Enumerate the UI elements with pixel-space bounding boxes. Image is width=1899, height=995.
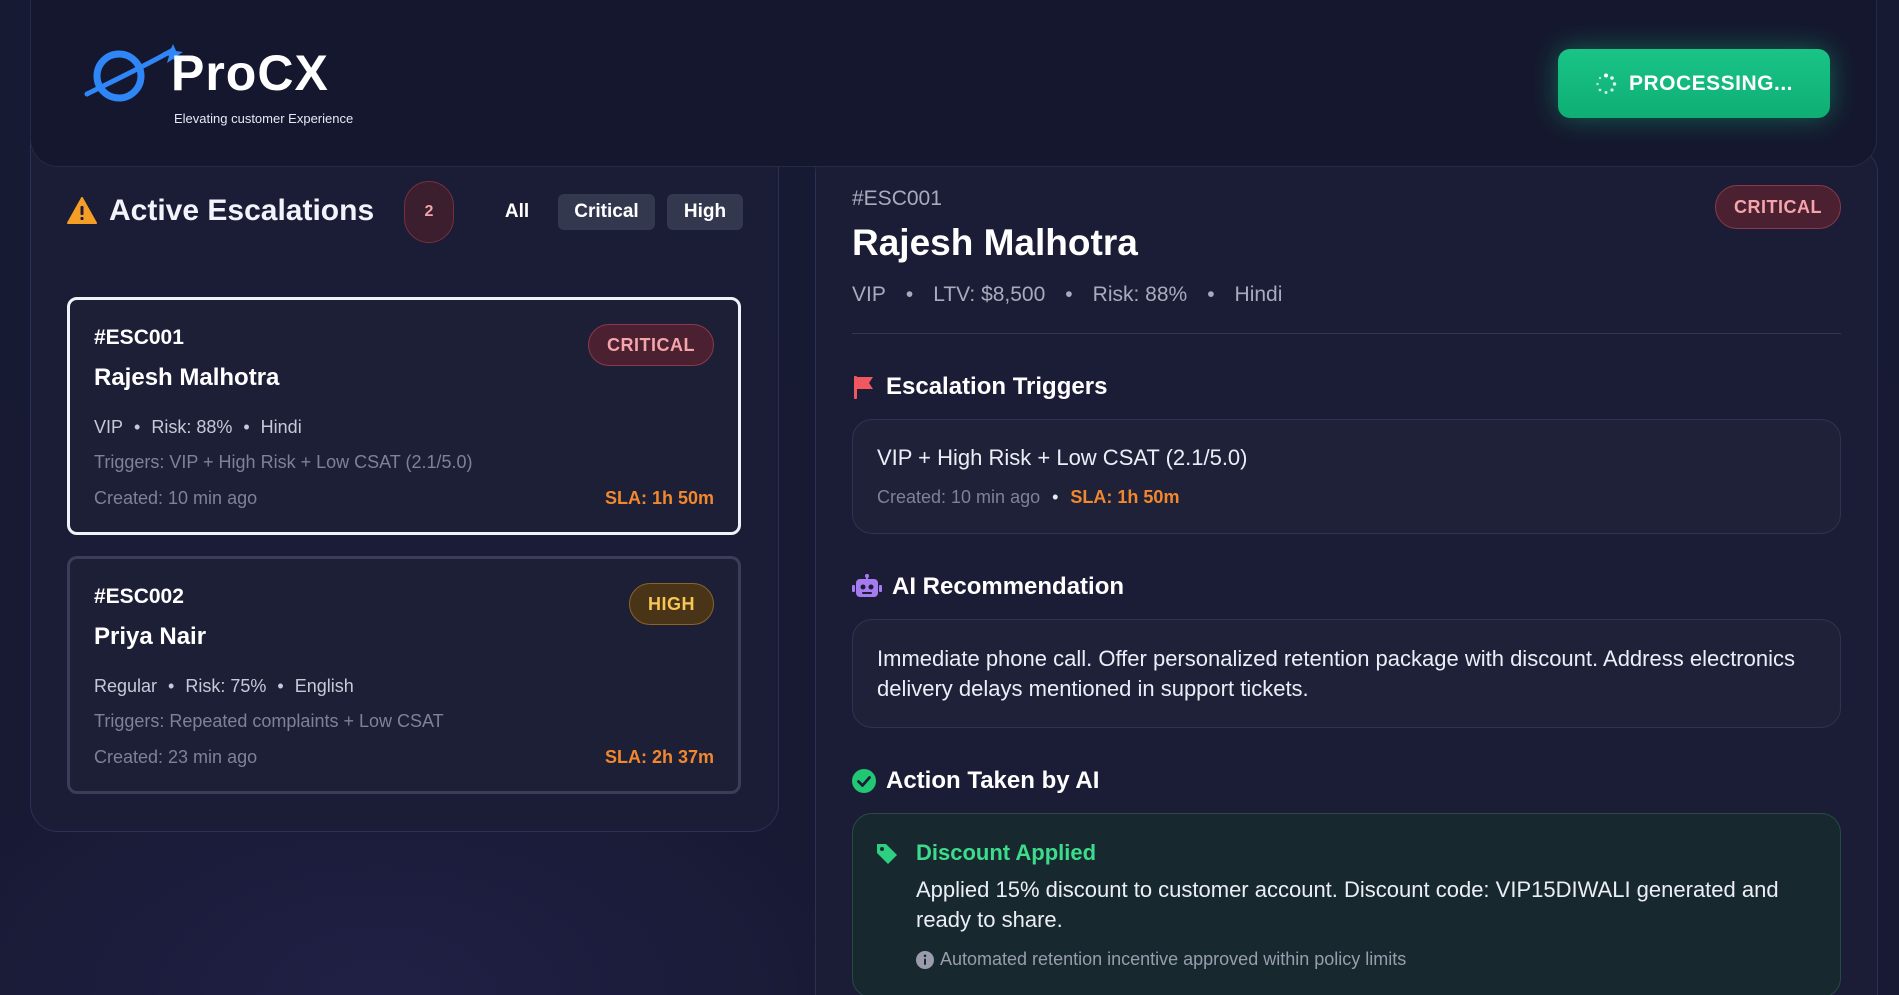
filter-all[interactable]: All	[489, 194, 545, 230]
sla-time: SLA: 1h 50m	[604, 488, 714, 508]
detail-customer-name: Rajesh Malhotra	[852, 222, 1138, 263]
escalation-card[interactable]: #ESC002 HIGH Priya Nair Regular • Risk: 75…	[67, 556, 741, 794]
escalation-id: #ESC001	[94, 326, 184, 349]
spinner-icon	[1596, 73, 1617, 94]
escalation-id: #ESC002	[94, 585, 184, 608]
separator-dot: •	[1065, 283, 1073, 306]
customer-tier: VIP	[94, 417, 124, 437]
separator-dot: •	[905, 283, 914, 306]
ai-recommendation-box: Immediate phone call. Offer personalized…	[852, 619, 1841, 728]
escalation-detail-panel: #ESC001 CRITICAL Rajesh Malhotra VIP • LTV…	[815, 150, 1878, 995]
ai-recommendation-heading: AI Recommendation	[852, 573, 1124, 601]
tag-icon	[877, 844, 897, 864]
separator-dot: •	[1207, 283, 1215, 306]
action-taken-box: Discount Applied Applied 15% discount to…	[852, 813, 1841, 995]
action-description: Applied 15% discount to customer account…	[916, 877, 1779, 932]
escalations-heading: Active Escalations	[67, 194, 374, 228]
app-header: ProCX Elevating customer Experience PROC…	[30, 0, 1877, 167]
customer-tier: Regular	[94, 676, 158, 696]
triggers-text: VIP + High Risk + Low CSAT (2.1/5.0)	[877, 445, 1248, 470]
priority-badge: HIGH	[629, 583, 714, 625]
customer-name: Priya Nair	[94, 623, 207, 650]
warning-icon	[67, 197, 97, 224]
customer-language: Hindi	[260, 417, 302, 437]
customer-risk: Risk: 75%	[185, 676, 267, 696]
action-title: Discount Applied	[916, 840, 1097, 865]
priority-badge: CRITICAL	[588, 324, 714, 366]
detail-customer-meta: VIP • LTV: $8,500 • Risk: 88% • Hindi	[852, 283, 1282, 307]
sla-time: SLA: 2h 37m	[604, 747, 714, 767]
customer-meta: VIP • Risk: 88% • Hindi	[94, 417, 302, 438]
escalation-card[interactable]: #ESC001 CRITICAL Rajesh Malhotra VIP • Ris…	[67, 297, 741, 535]
processing-label: PROCESSING...	[1628, 71, 1794, 95]
triggers-heading: Escalation Triggers	[852, 373, 1107, 401]
brand-name: ProCX	[171, 45, 329, 101]
escalation-count-badge: 2	[404, 181, 454, 243]
processing-button[interactable]: PROCESSING...	[1558, 49, 1830, 118]
created-time: Created: 10 min ago	[94, 488, 258, 508]
detail-ltv: LTV: $8,500	[933, 283, 1046, 306]
filter-high[interactable]: High	[667, 194, 743, 230]
ai-recommendation-heading-text: AI Recommendation	[892, 573, 1125, 600]
customer-risk: Risk: 88%	[151, 417, 233, 437]
action-taken-heading: Action Taken by AI	[852, 767, 1099, 795]
divider	[852, 333, 1841, 334]
detail-priority-badge: CRITICAL	[1715, 185, 1841, 229]
robot-icon	[852, 574, 882, 597]
escalation-triggers: Triggers: VIP + High Risk + Low CSAT (2.…	[94, 452, 473, 472]
separator-dot: •	[168, 676, 175, 696]
detail-risk: Risk: 88%	[1092, 283, 1188, 306]
separator-dot: •	[1052, 487, 1059, 507]
separator-dot: •	[134, 417, 141, 437]
triggers-meta: Created: 10 min ago • SLA: 1h 50m	[877, 487, 1179, 508]
ai-recommendation-text: Immediate phone call. Offer personalized…	[877, 646, 1795, 701]
customer-meta: Regular • Risk: 75% • English	[94, 676, 354, 697]
detail-tier: VIP	[852, 283, 886, 306]
escalation-triggers: Triggers: Repeated complaints + Low CSAT	[94, 711, 444, 731]
action-note-text: Automated retention incentive approved w…	[940, 949, 1407, 969]
escalations-panel: Active Escalations 2 All Critical High #…	[30, 140, 779, 832]
triggers-heading-text: Escalation Triggers	[886, 373, 1108, 400]
created-time: Created: 23 min ago	[94, 747, 258, 767]
brand-tagline: Elevating customer Experience	[174, 111, 354, 126]
customer-name: Rajesh Malhotra	[94, 364, 280, 391]
check-circle-icon	[852, 769, 876, 793]
customer-language: English	[294, 676, 354, 696]
action-note: Automated retention incentive approved w…	[916, 949, 1406, 970]
triggers-box: VIP + High Risk + Low CSAT (2.1/5.0) Cre…	[852, 419, 1841, 534]
separator-dot: •	[277, 676, 284, 696]
detail-language: Hindi	[1234, 283, 1283, 306]
action-taken-heading-text: Action Taken by AI	[886, 767, 1100, 794]
info-icon	[916, 950, 934, 969]
triggers-created: Created: 10 min ago	[877, 487, 1041, 507]
triggers-sla: SLA: 1h 50m	[1070, 487, 1180, 507]
filter-critical[interactable]: Critical	[558, 194, 655, 230]
escalations-title: Active Escalations	[109, 194, 375, 227]
flag-icon	[854, 376, 873, 399]
separator-dot: •	[243, 417, 250, 437]
detail-escalation-id: #ESC001	[852, 187, 942, 210]
